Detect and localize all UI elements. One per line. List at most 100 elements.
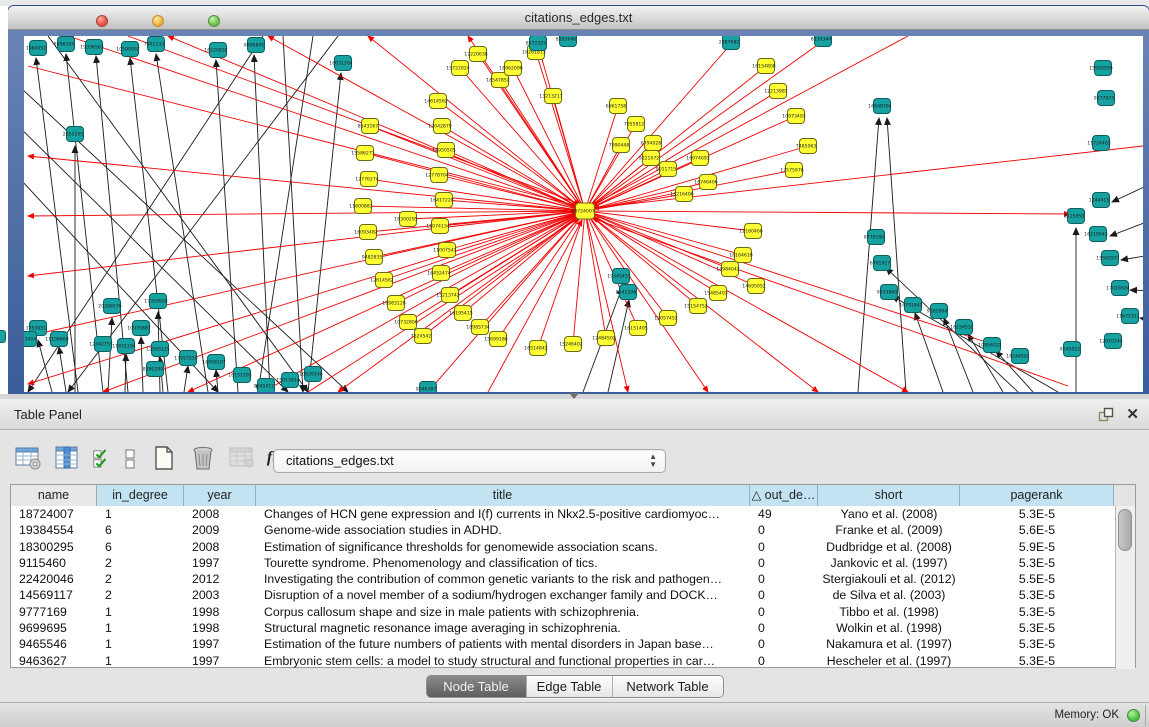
window-zoom-button[interactable] (208, 15, 220, 27)
table-cell[interactable]: 6 (97, 539, 184, 555)
table-cell[interactable]: 1 (97, 604, 184, 620)
table-cell[interactable]: Genome-wide association studies in ADHD. (256, 522, 750, 538)
table-cell[interactable]: 0 (750, 620, 818, 636)
table-cell[interactable]: Wolkin et al. (1998) (818, 620, 960, 636)
deselect-checks-button[interactable] (121, 444, 139, 472)
network-graph[interactable]: 8543167155862711277627411600883160934829… (24, 36, 1143, 392)
new-column-button[interactable] (150, 444, 178, 472)
table-cell[interactable]: Corpus callosum shape and size in male p… (256, 604, 750, 620)
table-cell[interactable]: 2009 (184, 522, 256, 538)
table-cell[interactable]: Stergiakouli et al. (2012) (818, 571, 960, 587)
table-cell[interactable]: 9463627 (11, 653, 97, 669)
table-row[interactable]: 1456911722003Disruption of a novel membe… (11, 587, 1115, 603)
table-cell[interactable]: 0 (750, 571, 818, 587)
table-cell[interactable]: 1997 (184, 555, 256, 571)
table-row[interactable]: 969969511998Structural magnetic resonanc… (11, 620, 1115, 636)
table-row[interactable]: 2242004622012Investigating the contribut… (11, 571, 1115, 587)
table-cell[interactable]: 1 (97, 620, 184, 636)
table-row[interactable]: 1830029562008Estimation of significance … (11, 539, 1115, 555)
show-columns-button[interactable] (53, 444, 81, 472)
table-cell[interactable]: 22420046 (11, 571, 97, 587)
tab-network-table[interactable]: Network Table (613, 676, 723, 697)
column-header-pagerank[interactable]: pagerank (960, 485, 1114, 506)
table-cell[interactable]: 5.3E-5 (960, 636, 1114, 652)
select-all-checks-button[interactable] (92, 444, 110, 472)
close-panel-icon[interactable]: ✕ (1126, 407, 1139, 422)
table-cell[interactable]: Tibbo et al. (1998) (818, 604, 960, 620)
table-cell[interactable]: 1997 (184, 653, 256, 669)
table-cell[interactable]: 2012 (184, 571, 256, 587)
table-cell[interactable]: 18300295 (11, 539, 97, 555)
table-cell[interactable]: 5.3E-5 (960, 506, 1114, 522)
window-close-button[interactable] (96, 15, 108, 27)
table-row[interactable]: 1938455462009Genome-wide association stu… (11, 522, 1115, 538)
network-canvas[interactable]: 8543167155862711277627411600883160934829… (24, 36, 1143, 392)
table-cell[interactable]: 0 (750, 539, 818, 555)
table-cell[interactable]: 1998 (184, 604, 256, 620)
table-cell[interactable]: 5.5E-5 (960, 571, 1114, 587)
table-cell[interactable]: 5.3E-5 (960, 604, 1114, 620)
table-cell[interactable]: Tourette syndrome. Phenomenology and cla… (256, 555, 750, 571)
table-cell[interactable]: 1 (97, 653, 184, 669)
table-cell[interactable]: 5.3E-5 (960, 555, 1114, 571)
table-cell[interactable]: 1 (97, 506, 184, 522)
table-cell[interactable]: Disruption of a novel member of a sodium… (256, 587, 750, 603)
table-cell[interactable]: 6 (97, 522, 184, 538)
table-cell[interactable]: Jankovic et al. (1997) (818, 555, 960, 571)
column-header-name[interactable]: name (11, 485, 97, 506)
table-cell[interactable]: Structural magnetic resonance image aver… (256, 620, 750, 636)
window-minimize-button[interactable] (152, 15, 164, 27)
table-cell[interactable]: 5.6E-5 (960, 522, 1114, 538)
table-cell[interactable]: Investigating the contribution of common… (256, 571, 750, 587)
table-cell[interactable]: 5.9E-5 (960, 539, 1114, 555)
table-cell[interactable]: Estimation of significance thresholds fo… (256, 539, 750, 555)
table-cell[interactable]: 2008 (184, 539, 256, 555)
column-header-short[interactable]: short (818, 485, 960, 506)
table-cell[interactable]: 0 (750, 522, 818, 538)
scrollbar-thumb[interactable] (1118, 509, 1132, 551)
table-source-select[interactable]: citations_edges.txt ▲▼ (273, 449, 666, 473)
table-cell[interactable]: 2 (97, 587, 184, 603)
table-cell[interactable]: 14569117 (11, 587, 97, 603)
table-row[interactable]: 1872400712008Changes of HCN gene express… (11, 506, 1115, 522)
table-cell[interactable]: 0 (750, 587, 818, 603)
table-cell[interactable]: Yano et al. (2008) (818, 506, 960, 522)
column-header-out-de-[interactable]: △ out_de… (750, 485, 818, 506)
table-cell[interactable]: 19384554 (11, 522, 97, 538)
table-cell[interactable]: 1998 (184, 620, 256, 636)
table-cell[interactable]: Estimation of the future numbers of pati… (256, 636, 750, 652)
column-header-year[interactable]: year (184, 485, 256, 506)
float-panel-icon[interactable] (1098, 407, 1114, 422)
table-cell[interactable]: 49 (750, 506, 818, 522)
combo-stepper-icon[interactable]: ▲▼ (649, 453, 657, 469)
table-cell[interactable]: Embryonic stem cells: a model to study s… (256, 653, 750, 669)
table-cell[interactable]: 9115460 (11, 555, 97, 571)
table-row[interactable]: 946554611997Estimation of the future num… (11, 636, 1115, 652)
table-cell[interactable]: Dudbridge et al. (2008) (818, 539, 960, 555)
table-cell[interactable]: 2 (97, 571, 184, 587)
table-cell[interactable]: 2003 (184, 587, 256, 603)
column-header-title[interactable]: title (256, 485, 750, 506)
table-mode-button[interactable] (14, 444, 42, 472)
table-cell[interactable]: 5.3E-5 (960, 587, 1114, 603)
table-cell[interactable]: 18724007 (11, 506, 97, 522)
table-cell[interactable]: Changes of HCN gene expression and I(f) … (256, 506, 750, 522)
table-row[interactable]: 946362711997Embryonic stem cells: a mode… (11, 653, 1115, 669)
tab-edge-table[interactable]: Edge Table (527, 676, 613, 697)
table-cell[interactable]: 2008 (184, 506, 256, 522)
vertical-scrollbar[interactable] (1115, 506, 1135, 669)
window-titlebar[interactable]: citations_edges.txt (8, 6, 1149, 30)
table-cell[interactable]: de Silva et al. (2003) (818, 587, 960, 603)
table-cell[interactable]: 0 (750, 653, 818, 669)
table-row[interactable]: 977716911998Corpus callosum shape and si… (11, 604, 1115, 620)
table-cell[interactable]: 9777169 (11, 604, 97, 620)
table-cell[interactable]: 5.3E-5 (960, 653, 1114, 669)
table-cell[interactable]: 0 (750, 636, 818, 652)
table-cell[interactable]: 9465546 (11, 636, 97, 652)
table-cell[interactable]: Franke et al. (2009) (818, 522, 960, 538)
delete-column-button[interactable] (189, 444, 217, 472)
table-cell[interactable]: Nakamura et al. (1997) (818, 636, 960, 652)
tab-node-table[interactable]: Node Table (427, 676, 527, 697)
table-cell[interactable]: 5.3E-5 (960, 620, 1114, 636)
table-cell[interactable]: 1997 (184, 636, 256, 652)
